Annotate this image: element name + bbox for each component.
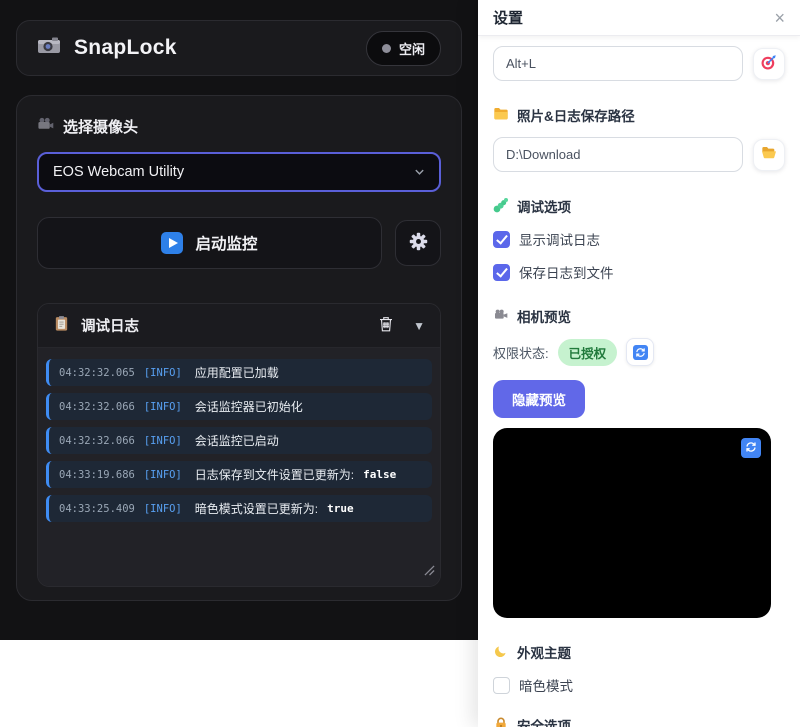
- security-section-label: 安全选项: [493, 715, 785, 727]
- refresh-icon: [633, 345, 648, 360]
- clear-log-button[interactable]: [377, 315, 395, 336]
- theme-section-label: 外观主题: [493, 642, 785, 662]
- show-log-checkbox[interactable]: [493, 231, 510, 248]
- debug-section-label: 调试选项: [493, 196, 785, 216]
- resize-handle[interactable]: [424, 563, 435, 581]
- camera-preview: [493, 428, 771, 618]
- hotkey-row: [493, 46, 785, 81]
- permission-label: 权限状态:: [493, 343, 549, 362]
- folder-icon: [493, 106, 509, 125]
- path-row: [493, 137, 785, 172]
- play-icon: [161, 232, 183, 254]
- settings-gear-button[interactable]: [395, 220, 441, 266]
- debug-log-panel: 调试日志: [37, 303, 441, 587]
- settings-header: 设置 ×: [478, 0, 800, 36]
- start-monitoring-button[interactable]: 启动监控: [37, 217, 382, 269]
- log-title: 调试日志: [81, 315, 139, 336]
- movie-camera-icon: [493, 307, 509, 326]
- lock-icon: [493, 716, 509, 727]
- log-entry: 04:33:19.686[INFO]日志保存到文件设置已更新为:false: [46, 461, 432, 488]
- camera-section-label: 选择摄像头: [37, 116, 441, 137]
- dark-mode-checkbox-row[interactable]: 暗色模式: [493, 675, 785, 695]
- refresh-icon: [745, 441, 757, 456]
- dark-mode-checkbox[interactable]: [493, 677, 510, 694]
- screen: SnapLock 空闲 选择摄像头 EOS Webca: [0, 0, 800, 727]
- hide-preview-button[interactable]: 隐藏预览: [493, 380, 585, 418]
- close-icon[interactable]: ×: [774, 9, 785, 27]
- save-log-checkbox[interactable]: [493, 264, 510, 281]
- log-entry: 04:33:25.409[INFO]暗色模式设置已更新为:true: [46, 495, 432, 522]
- settings-title: 设置: [493, 7, 523, 28]
- controls-row: 启动监控: [37, 217, 441, 269]
- capture-hotkey-button[interactable]: [753, 48, 785, 80]
- refresh-permission-button[interactable]: [626, 338, 654, 366]
- bug-icon: [493, 197, 509, 216]
- trash-icon: [377, 315, 395, 336]
- permission-badge: 已授权: [558, 339, 618, 366]
- log-textarea[interactable]: 04:32:32.065[INFO]应用配置已加载 04:32:32.066[IN…: [38, 348, 440, 586]
- folder-open-icon: [761, 145, 777, 164]
- log-entry: 04:32:32.065[INFO]应用配置已加载: [46, 359, 432, 386]
- save-path-input[interactable]: [493, 137, 743, 172]
- snaplock-app: SnapLock 空闲 选择摄像头 EOS Webca: [0, 0, 478, 640]
- preview-section-label: 相机预览: [493, 306, 785, 326]
- app-title: SnapLock: [74, 36, 177, 60]
- main-card: 选择摄像头 EOS Webcam Utility 启动监控: [16, 95, 462, 601]
- video-camera-icon: [37, 116, 54, 137]
- clipboard-icon: [53, 315, 70, 337]
- permission-row: 权限状态: 已授权: [493, 338, 785, 366]
- show-log-checkbox-row[interactable]: 显示调试日志: [493, 229, 785, 249]
- save-log-label: 保存日志到文件: [519, 262, 614, 282]
- hotkey-input[interactable]: [493, 46, 743, 81]
- settings-content: 照片&日志保存路径: [478, 36, 800, 727]
- triangle-down-icon: ▼: [413, 319, 425, 333]
- path-section-label: 照片&日志保存路径: [493, 105, 785, 125]
- dark-mode-label: 暗色模式: [519, 675, 573, 695]
- log-entries: 04:32:32.065[INFO]应用配置已加载 04:32:32.066[IN…: [46, 359, 432, 522]
- log-entry: 04:32:32.066[INFO]会话监控器已初始化: [46, 393, 432, 420]
- show-log-label: 显示调试日志: [519, 229, 600, 249]
- camera-select-value: EOS Webcam Utility: [53, 164, 184, 180]
- target-icon: [760, 53, 778, 74]
- status-dot-icon: [382, 44, 391, 53]
- app-header: SnapLock 空闲: [16, 20, 462, 76]
- save-log-checkbox-row[interactable]: 保存日志到文件: [493, 262, 785, 282]
- status-label: 空闲: [399, 39, 425, 58]
- preview-refresh-button[interactable]: [741, 438, 761, 458]
- moon-icon: [493, 643, 509, 662]
- browse-folder-button[interactable]: [753, 139, 785, 171]
- log-header: 调试日志: [38, 304, 440, 348]
- collapse-log-button[interactable]: ▼: [413, 319, 425, 333]
- camera-icon: [37, 34, 61, 63]
- settings-panel: 设置 ×: [478, 0, 800, 727]
- status-badge: 空闲: [366, 31, 441, 66]
- log-actions: ▼: [377, 315, 425, 336]
- log-entry: 04:32:32.066[INFO]会话监控已启动: [46, 427, 432, 454]
- gear-icon: [408, 231, 429, 255]
- camera-select[interactable]: EOS Webcam Utility: [37, 152, 441, 192]
- chevron-down-icon: [414, 164, 425, 180]
